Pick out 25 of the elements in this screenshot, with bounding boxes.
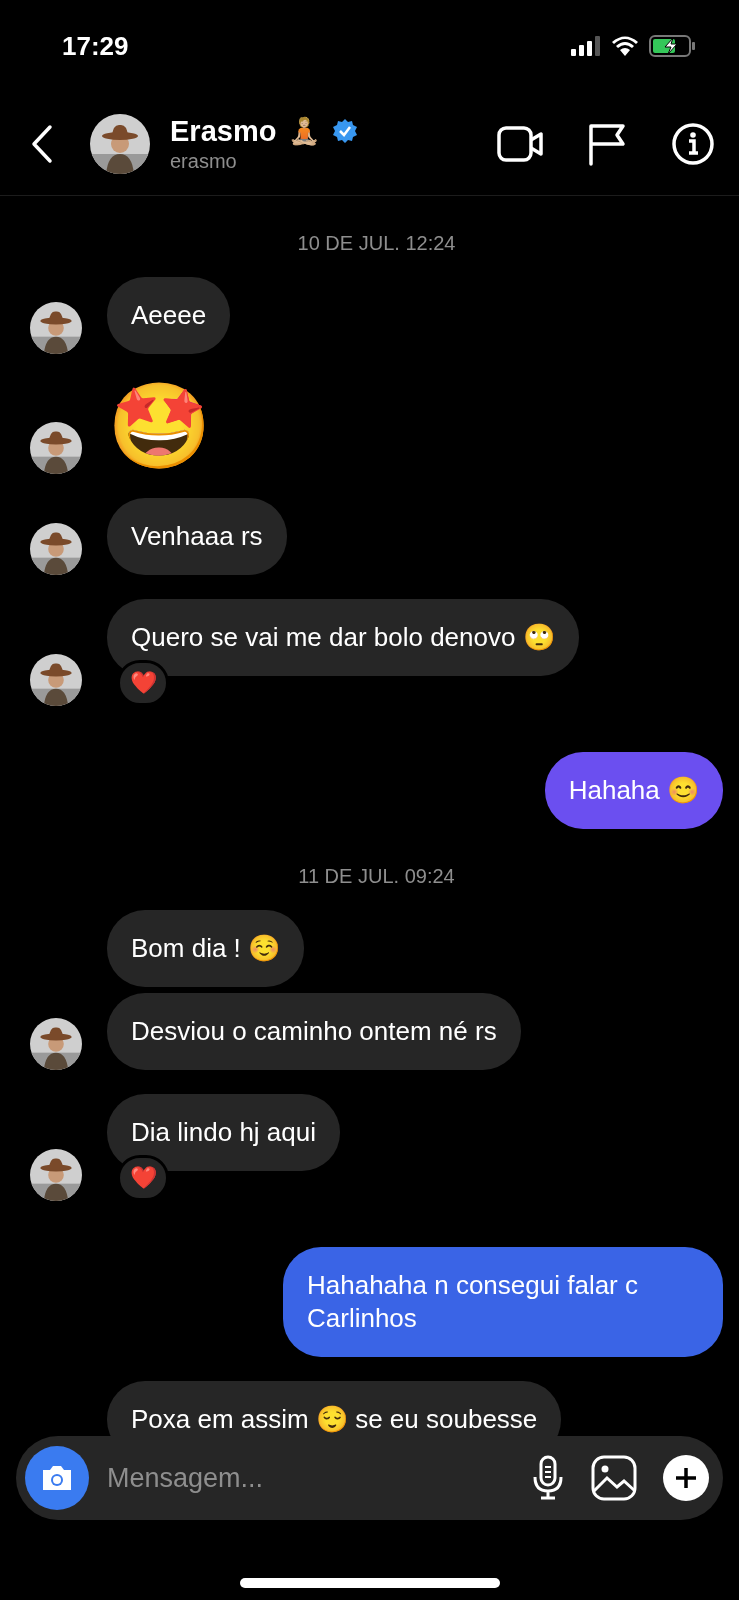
message-bubble: Aeeee: [107, 277, 231, 354]
message-bubble: Hahahaha n consegui falar c Carlinhos: [283, 1247, 723, 1357]
status-time: 17:29: [62, 30, 129, 62]
message-bubble: Desviou o caminho ontem né rs: [107, 993, 521, 1070]
message-emoji: 🤩: [107, 379, 212, 473]
name-emoji: 🧘🏼: [288, 115, 321, 147]
wifi-icon: [611, 36, 639, 56]
camera-icon: [40, 1464, 74, 1492]
microphone-button[interactable]: [531, 1455, 565, 1501]
battery-icon: [649, 35, 695, 57]
message-bubble: Venhaaa rs: [107, 498, 287, 575]
message-bubble: Bom dia ! ☺: [107, 910, 305, 987]
message-input[interactable]: Mensagem...: [105, 1461, 505, 1495]
add-button[interactable]: [663, 1455, 709, 1501]
flag-button[interactable]: [587, 121, 627, 166]
video-call-button[interactable]: [497, 123, 543, 164]
signal-icon: [571, 36, 601, 56]
contact-username: erasmo: [170, 149, 238, 173]
date-separator: 11 DE JUL. 09:24: [298, 865, 455, 888]
gallery-button[interactable]: [591, 1455, 637, 1501]
camera-button[interactable]: [25, 1446, 89, 1510]
date-separator: 10 DE JUL. 12:24: [297, 232, 456, 255]
message-bubble: Hahaha 😊: [544, 752, 723, 829]
info-button[interactable]: [671, 121, 715, 166]
contact-name: Erasmo: [170, 114, 277, 148]
